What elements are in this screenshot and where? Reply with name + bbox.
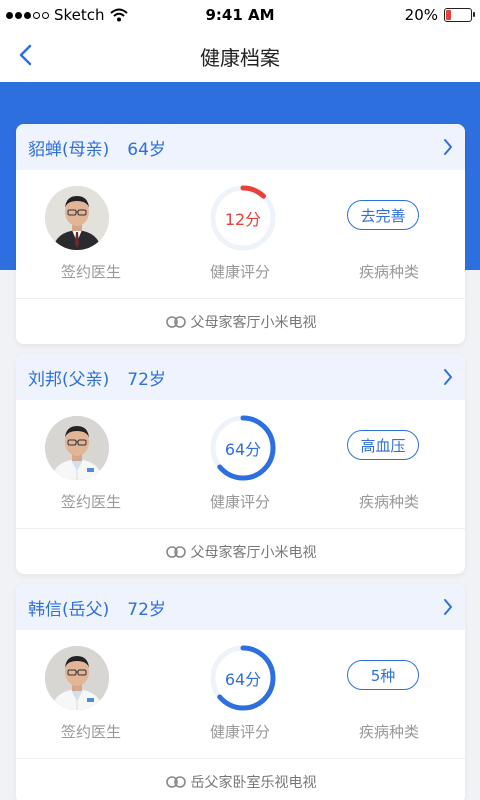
disease-tag-button[interactable]: 高血压	[347, 430, 419, 460]
doctor-column[interactable]: 签约医生	[16, 630, 166, 758]
doctor-label: 签约医生	[60, 263, 121, 281]
nav-bar: 健康档案	[0, 30, 480, 82]
battery-percent: 20%	[404, 6, 438, 24]
member-body: 签约医生 12分 健康评分 去完善 疾病种类	[16, 170, 465, 298]
disease-tag-button[interactable]: 去完善	[347, 200, 419, 230]
doctor-avatar[interactable]	[45, 186, 109, 250]
score-label: 健康评分	[209, 493, 270, 511]
link-icon	[165, 775, 186, 788]
member-body: 签约医生 64分 健康评分 5种 疾病种类	[16, 630, 465, 758]
disease-column[interactable]: 去完善 疾病种类	[314, 170, 464, 298]
chevron-right-icon	[444, 369, 452, 385]
member-name: 韩信(岳父)	[28, 599, 110, 620]
device-row[interactable]: 父母家客厅小米电视	[16, 528, 465, 574]
doctor-photo	[45, 416, 109, 480]
health-score-value: 64分	[224, 670, 262, 689]
disease-label: 疾病种类	[358, 493, 419, 511]
device-name: 父母家客厅小米电视	[190, 314, 317, 331]
battery-icon	[444, 8, 475, 22]
member-card[interactable]: 貂蝉(母亲) 64岁 签约医生 12分 健康评分 去完善 疾病种类 父母家客厅小…	[16, 124, 465, 344]
doctor-avatar[interactable]	[45, 646, 109, 710]
device-name: 岳父家卧室乐视电视	[190, 774, 317, 791]
health-score-gauge[interactable]: 12分	[209, 184, 277, 252]
doctor-photo	[45, 646, 109, 710]
score-column[interactable]: 64分 健康评分	[165, 630, 315, 758]
score-column[interactable]: 64分 健康评分	[165, 400, 315, 528]
doctor-column[interactable]: 签约医生	[16, 400, 166, 528]
disease-column[interactable]: 高血压 疾病种类	[314, 400, 464, 528]
chevron-right-icon	[444, 139, 452, 155]
disease-label: 疾病种类	[358, 723, 419, 741]
device-name: 父母家客厅小米电视	[190, 544, 317, 561]
doctor-label: 签约医生	[60, 723, 121, 741]
health-score-value: 64分	[224, 440, 262, 459]
battery-level	[446, 10, 451, 20]
member-card[interactable]: 韩信(岳父) 72岁 签约医生 64分 健康评分 5种 疾病种类 岳父家卧室乐视…	[16, 584, 465, 800]
member-body: 签约医生 64分 健康评分 高血压 疾病种类	[16, 400, 465, 528]
member-age: 72岁	[127, 369, 166, 390]
doctor-avatar[interactable]	[45, 416, 109, 480]
link-icon	[165, 545, 186, 558]
member-header[interactable]: 韩信(岳父) 72岁	[16, 584, 465, 630]
health-score-gauge[interactable]: 64分	[209, 414, 277, 482]
link-icon	[165, 315, 186, 328]
member-age: 64岁	[127, 139, 166, 160]
score-label: 健康评分	[209, 723, 270, 741]
member-name: 貂蝉(母亲)	[28, 139, 110, 160]
disease-column[interactable]: 5种 疾病种类	[314, 630, 464, 758]
score-label: 健康评分	[209, 263, 270, 281]
health-score-value: 12分	[224, 210, 262, 229]
member-header[interactable]: 貂蝉(母亲) 64岁	[16, 124, 465, 170]
status-right: 20%	[404, 6, 475, 24]
score-column[interactable]: 12分 健康评分	[165, 170, 315, 298]
doctor-photo	[45, 186, 109, 250]
status-bar: Sketch 9:41 AM 20%	[0, 0, 480, 30]
page-title: 健康档案	[200, 46, 280, 70]
health-score-gauge[interactable]: 64分	[209, 644, 277, 712]
doctor-label: 签约医生	[60, 493, 121, 511]
device-row[interactable]: 岳父家卧室乐视电视	[16, 758, 465, 800]
device-row[interactable]: 父母家客厅小米电视	[16, 298, 465, 344]
member-card[interactable]: 刘邦(父亲) 72岁 签约医生 64分 健康评分 高血压 疾病种类 父母家客厅小…	[16, 354, 465, 574]
member-header[interactable]: 刘邦(父亲) 72岁	[16, 354, 465, 400]
doctor-column[interactable]: 签约医生	[16, 170, 166, 298]
member-name: 刘邦(父亲)	[28, 369, 110, 390]
disease-label: 疾病种类	[358, 263, 419, 281]
member-age: 72岁	[127, 599, 166, 620]
disease-tag-button[interactable]: 5种	[347, 660, 419, 690]
chevron-right-icon	[444, 599, 452, 615]
